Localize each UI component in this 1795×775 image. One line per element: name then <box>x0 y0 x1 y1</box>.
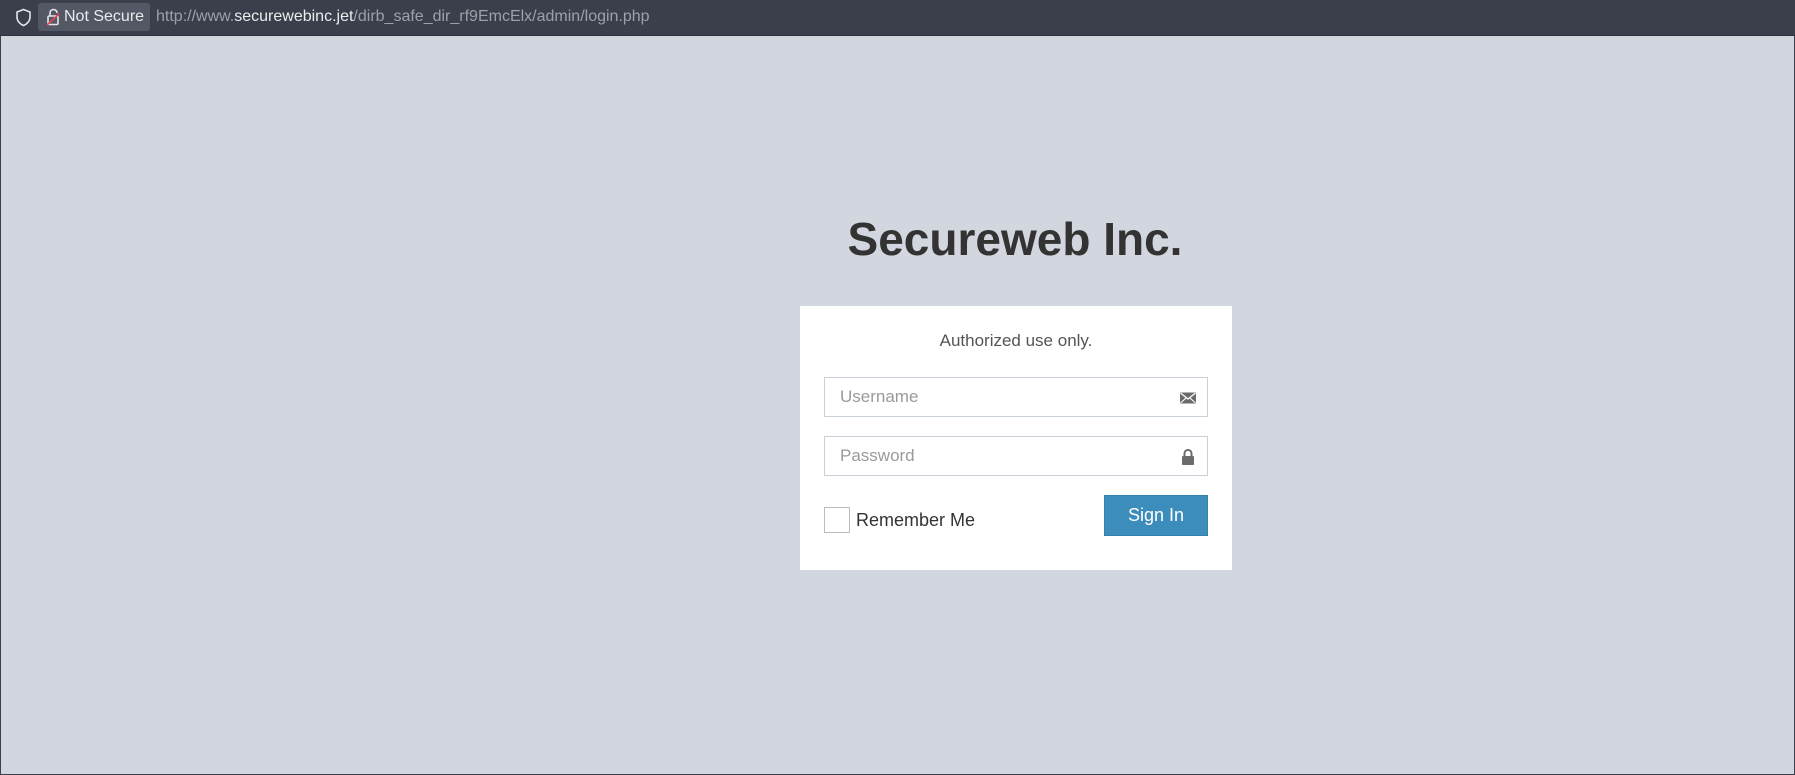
password-input[interactable] <box>825 437 1207 475</box>
remember-me[interactable]: Remember Me <box>824 507 975 533</box>
lock-icon <box>1182 448 1194 465</box>
password-field <box>824 436 1208 476</box>
security-indicator[interactable]: Not Secure <box>38 3 150 31</box>
remember-me-label: Remember Me <box>856 509 976 530</box>
shield-icon[interactable] <box>15 8 32 27</box>
site-logo: Secureweb Inc. <box>847 213 1183 265</box>
url-prefix: http://www. <box>156 8 235 25</box>
sign-in-button[interactable]: Sign In <box>1104 495 1208 536</box>
url-path: /dirb_safe_dir_rf9EmcElx/admin/login.php <box>353 8 650 25</box>
url-text[interactable]: http://www.securewebinc.jet/dirb_safe_di… <box>156 8 650 26</box>
broken-lock-icon <box>46 8 60 26</box>
url-host: securewebinc.jet <box>234 8 354 25</box>
security-label: Not Secure <box>64 8 145 25</box>
username-input[interactable] <box>825 378 1207 416</box>
username-field <box>824 377 1208 417</box>
login-box: Authorized use only. Remember Me Sign In <box>800 306 1232 570</box>
remember-me-checkbox[interactable] <box>824 507 850 533</box>
login-message: Authorized use only. <box>939 331 1093 350</box>
envelope-icon <box>1180 392 1196 404</box>
browser-url-bar: Not Secure http://www.securewebinc.jet/d… <box>0 0 1795 36</box>
